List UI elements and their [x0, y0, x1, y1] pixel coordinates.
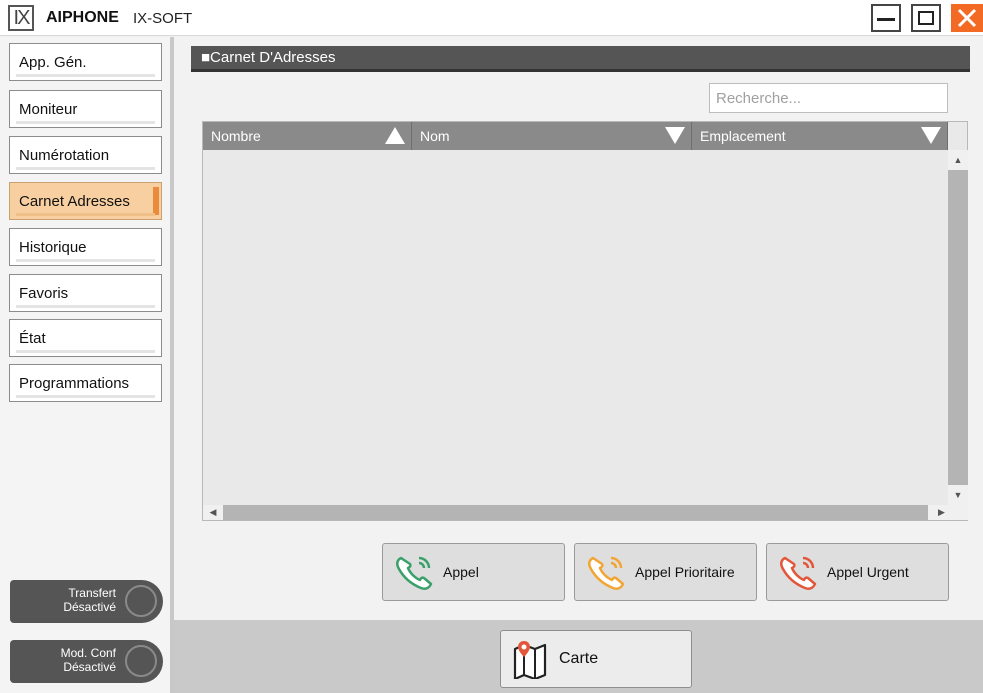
- urgent-call-button[interactable]: Appel Urgent: [766, 543, 949, 601]
- logo-text: IX: [13, 7, 31, 29]
- column-header-nom[interactable]: Nom: [412, 122, 692, 150]
- transfer-toggle[interactable]: Transfert Désactivé: [10, 580, 163, 623]
- transfer-indicator-icon: [125, 585, 157, 617]
- call-button-label: Appel: [443, 564, 479, 580]
- priority-call-button[interactable]: Appel Prioritaire: [574, 543, 757, 601]
- maximize-icon: [918, 11, 934, 25]
- sidebar-item-label: État: [19, 329, 46, 347]
- sidebar-item-programmations[interactable]: Programmations: [9, 364, 162, 402]
- minimize-icon: [877, 17, 895, 21]
- title-bar: IX AIPHONE IX-SOFT: [0, 0, 983, 36]
- transfer-status-text: Transfert Désactivé: [16, 586, 116, 614]
- sidebar-item-historique[interactable]: Historique: [9, 228, 162, 266]
- sidebar-item-label: App. Gén.: [19, 53, 87, 71]
- map-button[interactable]: Carte: [500, 630, 692, 688]
- transfer-label: Transfert: [68, 586, 116, 600]
- product-name: IX-SOFT: [133, 10, 193, 27]
- scroll-down-icon[interactable]: ▼: [948, 485, 968, 505]
- column-label: Nombre: [211, 128, 261, 144]
- sidebar-item-label: Favoris: [19, 284, 69, 302]
- search-input[interactable]: [709, 83, 948, 113]
- sidebar-item-moniteur[interactable]: Moniteur: [9, 90, 162, 128]
- column-label: Emplacement: [700, 128, 786, 144]
- conference-mode-toggle[interactable]: Mod. Conf Désactivé: [10, 640, 163, 683]
- address-table: Nombre Nom Emplacement ▲ ▼ ◀ ▶: [202, 121, 968, 521]
- sidebar-item-numerotation[interactable]: Numérotation: [9, 136, 162, 174]
- page-title-text: ■Carnet D'Adresses: [201, 49, 336, 66]
- scroll-right-icon[interactable]: ▶: [928, 505, 968, 520]
- column-label: Nom: [420, 128, 450, 144]
- minimize-button[interactable]: [871, 4, 901, 32]
- close-button[interactable]: [951, 4, 983, 32]
- page-title: ■Carnet D'Adresses: [191, 46, 970, 72]
- sidebar-item-carnet-adresses[interactable]: Carnet Adresses: [9, 182, 162, 220]
- scroll-left-icon[interactable]: ◀: [203, 505, 223, 520]
- close-icon: [957, 8, 977, 28]
- column-header-emplacement[interactable]: Emplacement: [692, 122, 948, 150]
- sidebar-item-label: Moniteur: [19, 100, 78, 118]
- conference-status-text: Mod. Conf Désactivé: [16, 646, 116, 674]
- conference-state: Désactivé: [63, 660, 116, 674]
- transfer-state: Désactivé: [63, 600, 116, 614]
- scroll-up-icon[interactable]: ▲: [948, 150, 968, 170]
- maximize-button[interactable]: [911, 4, 941, 32]
- column-header-nombre[interactable]: Nombre: [203, 122, 412, 150]
- map-button-label: Carte: [559, 650, 599, 667]
- sort-descending-icon: [921, 127, 941, 144]
- sidebar-item-label: Programmations: [19, 374, 130, 392]
- sort-descending-icon: [665, 127, 685, 144]
- conference-indicator-icon: [125, 645, 157, 677]
- sidebar-item-label: Historique: [19, 238, 87, 256]
- call-button[interactable]: Appel: [382, 543, 565, 601]
- sidebar-item-favoris[interactable]: Favoris: [9, 274, 162, 312]
- urgent-call-button-label: Appel Urgent: [827, 564, 909, 580]
- table-header: Nombre Nom Emplacement: [203, 122, 948, 150]
- brand-name: AIPHONE: [46, 9, 119, 26]
- phone-green-icon: [396, 556, 433, 591]
- map-icon: [513, 641, 547, 679]
- sidebar-item-label: Numérotation: [19, 146, 110, 164]
- sort-ascending-icon: [385, 127, 405, 144]
- ix-logo-icon: IX: [8, 5, 34, 31]
- sidebar-item-etat[interactable]: État: [9, 319, 162, 357]
- vertical-scrollbar[interactable]: ▲ ▼: [948, 150, 968, 505]
- sidebar-item-app-gen[interactable]: App. Gén.: [9, 43, 162, 81]
- priority-call-button-label: Appel Prioritaire: [635, 564, 735, 580]
- horizontal-scrollbar[interactable]: ◀ ▶: [203, 505, 968, 520]
- conference-label: Mod. Conf: [60, 646, 116, 660]
- phone-red-icon: [780, 556, 817, 591]
- phone-yellow-icon: [588, 556, 625, 591]
- sidebar-item-label: Carnet Adresses: [19, 192, 130, 210]
